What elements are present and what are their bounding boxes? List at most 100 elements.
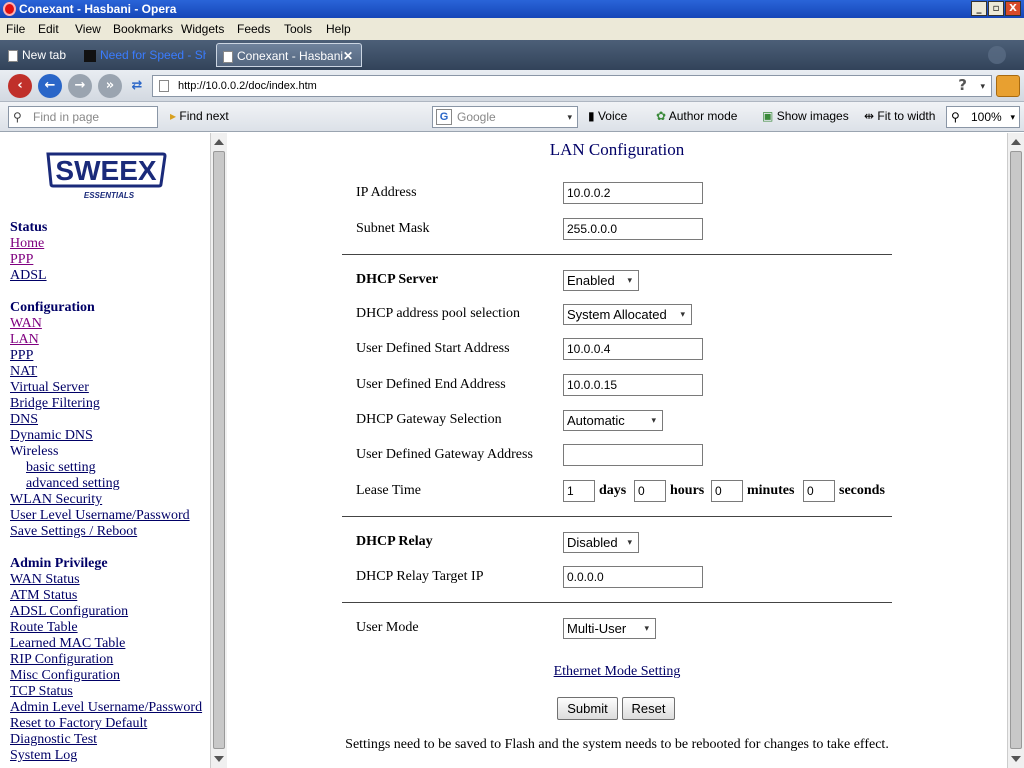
author-mode-button[interactable]: ✿ Author mode	[656, 109, 737, 123]
pool-selection-select[interactable]: System Allocated ▾	[563, 304, 692, 325]
address-field[interactable]: http://10.0.0.2/doc/index.htm ? ▾	[152, 75, 992, 97]
nav-wireless-basic[interactable]: basic setting	[26, 460, 96, 476]
nav-atm-status[interactable]: ATM Status	[10, 588, 77, 604]
search-engine-field[interactable]: G Google ▾	[432, 106, 578, 128]
gateway-selection-label: DHCP Gateway Selection	[356, 412, 502, 427]
pool-selection-label: DHCP address pool selection	[356, 306, 520, 321]
menu-file[interactable]: File	[6, 22, 25, 36]
start-address-field[interactable]: 10.0.0.4	[563, 338, 703, 360]
dhcp-server-select[interactable]: Enabled ▾	[563, 270, 639, 291]
ethernet-mode-link[interactable]: Ethernet Mode Setting	[227, 664, 1007, 680]
document-icon	[8, 49, 18, 62]
subnet-mask-field[interactable]: 255.0.0.0	[563, 218, 703, 240]
scroll-down-icon[interactable]	[214, 756, 224, 762]
find-next-button[interactable]: ▸ Find next	[170, 109, 229, 123]
nav-virtual-server[interactable]: Virtual Server	[10, 380, 89, 396]
dhcp-relay-select[interactable]: Disabled ▾	[563, 532, 639, 553]
user-mode-select[interactable]: Multi-User ▾	[563, 618, 656, 639]
help-icon[interactable]: ?	[958, 76, 967, 94]
admin-heading: Admin Privilege	[10, 556, 108, 571]
voice-button[interactable]: ▮ Voice	[588, 109, 627, 123]
gateway-selection-select[interactable]: Automatic ▾	[563, 410, 663, 431]
nav-system-log[interactable]: System Log	[10, 748, 77, 764]
scrollbar-thumb[interactable]	[1010, 151, 1022, 749]
nav-status-adsl[interactable]: ADSL	[10, 268, 47, 284]
nav-bridge-filtering[interactable]: Bridge Filtering	[10, 396, 100, 412]
nav-factory-reset[interactable]: Reset to Factory Default	[10, 716, 147, 732]
tab-new-tab[interactable]: New tab	[8, 43, 78, 67]
nav-nat[interactable]: NAT	[10, 364, 37, 380]
menu-help[interactable]: Help	[326, 22, 351, 36]
nav-status-ppp[interactable]: PPP	[10, 252, 33, 268]
zoom-select[interactable]: ⚲ 100% ▾	[946, 106, 1020, 128]
lease-hours-field[interactable]: 0	[634, 480, 666, 502]
start-address-label: User Defined Start Address	[356, 341, 510, 356]
submit-button[interactable]: Submit	[557, 697, 618, 720]
close-window-button[interactable]: X	[1005, 1, 1021, 16]
tab-conexant[interactable]: Conexant - Hasbani ✕	[216, 43, 362, 67]
reload-icon[interactable]: ⇄	[125, 74, 149, 98]
sidebar-scrollbar[interactable]	[210, 133, 227, 768]
fast-forward-icon[interactable]: »	[98, 74, 122, 98]
chevron-down-icon: ▾	[651, 415, 656, 425]
document-icon	[223, 50, 233, 63]
menu-widgets[interactable]: Widgets	[181, 22, 224, 36]
tab-bar: New tab Need for Speed - Sh... Conexant …	[0, 40, 1024, 70]
nav-home[interactable]: Home	[10, 236, 44, 252]
trash-icon[interactable]	[988, 46, 1006, 64]
nav-user-password[interactable]: User Level Username/Password	[10, 508, 190, 524]
nav-adsl-configuration[interactable]: ADSL Configuration	[10, 604, 128, 620]
nav-wan-status[interactable]: WAN Status	[10, 572, 80, 588]
nav-dynamic-dns[interactable]: Dynamic DNS	[10, 428, 93, 444]
nav-wlan-security[interactable]: WLAN Security	[10, 492, 102, 508]
arrow-right-icon: ▸	[170, 109, 177, 123]
scroll-down-icon[interactable]	[1011, 756, 1021, 762]
nav-route-table[interactable]: Route Table	[10, 620, 78, 636]
end-address-field[interactable]: 10.0.0.15	[563, 374, 703, 396]
tab-need-for-speed[interactable]: Need for Speed - Sh...	[84, 43, 206, 67]
menu-feeds[interactable]: Feeds	[237, 22, 270, 36]
ip-address-field[interactable]: 10.0.0.2	[563, 182, 703, 204]
section-divider	[342, 602, 892, 603]
lease-seconds-field[interactable]: 0	[803, 480, 835, 502]
nav-rip-configuration[interactable]: RIP Configuration	[10, 652, 113, 668]
lease-minutes-field[interactable]: 0	[711, 480, 743, 502]
nav-lan[interactable]: LAN	[10, 332, 39, 348]
subnet-mask-label: Subnet Mask	[356, 221, 430, 236]
menu-edit[interactable]: Edit	[38, 22, 59, 36]
scrollbar-thumb[interactable]	[213, 151, 225, 749]
scroll-up-icon[interactable]	[1011, 139, 1021, 145]
menu-view[interactable]: View	[75, 22, 101, 36]
forward-icon[interactable]: →	[68, 74, 92, 98]
nav-wireless-advanced[interactable]: advanced setting	[26, 476, 120, 492]
relay-target-field[interactable]: 0.0.0.0	[563, 566, 703, 588]
nav-wan[interactable]: WAN	[10, 316, 42, 332]
chevron-down-icon: ▾	[680, 309, 685, 319]
reset-button[interactable]: Reset	[622, 697, 675, 720]
back-arrow-icon[interactable]: ←	[38, 74, 62, 98]
scroll-up-icon[interactable]	[214, 139, 224, 145]
chevron-down-icon[interactable]: ▾	[980, 76, 985, 96]
close-tab-icon[interactable]: ✕	[343, 44, 353, 66]
nav-tcp-status[interactable]: TCP Status	[10, 684, 73, 700]
nav-learned-mac-table[interactable]: Learned MAC Table	[10, 636, 125, 652]
nav-dns[interactable]: DNS	[10, 412, 38, 428]
lease-days-field[interactable]: 1	[563, 480, 595, 502]
nav-admin-password[interactable]: Admin Level Username/Password	[10, 700, 202, 716]
nav-save-reboot[interactable]: Save Settings / Reboot	[10, 524, 137, 540]
menu-tools[interactable]: Tools	[284, 22, 312, 36]
back-icon[interactable]: ‹	[8, 74, 32, 98]
chevron-down-icon: ▾	[567, 112, 572, 122]
content-scrollbar[interactable]	[1007, 133, 1024, 768]
minimize-button[interactable]: _	[971, 1, 987, 16]
nav-diagnostic-test[interactable]: Diagnostic Test	[10, 732, 97, 748]
menu-bookmarks[interactable]: Bookmarks	[113, 22, 173, 36]
nav-misc-configuration[interactable]: Misc Configuration	[10, 668, 120, 684]
restore-button[interactable]: ▫	[988, 1, 1004, 16]
fit-to-width-button[interactable]: ⇹ Fit to width	[864, 109, 935, 123]
find-in-page-field[interactable]: ⚲ Find in page	[8, 106, 158, 128]
gateway-address-field[interactable]	[563, 444, 703, 466]
panels-icon[interactable]	[996, 75, 1020, 97]
nav-config-ppp[interactable]: PPP	[10, 348, 33, 364]
show-images-button[interactable]: ▣ Show images	[762, 109, 849, 123]
